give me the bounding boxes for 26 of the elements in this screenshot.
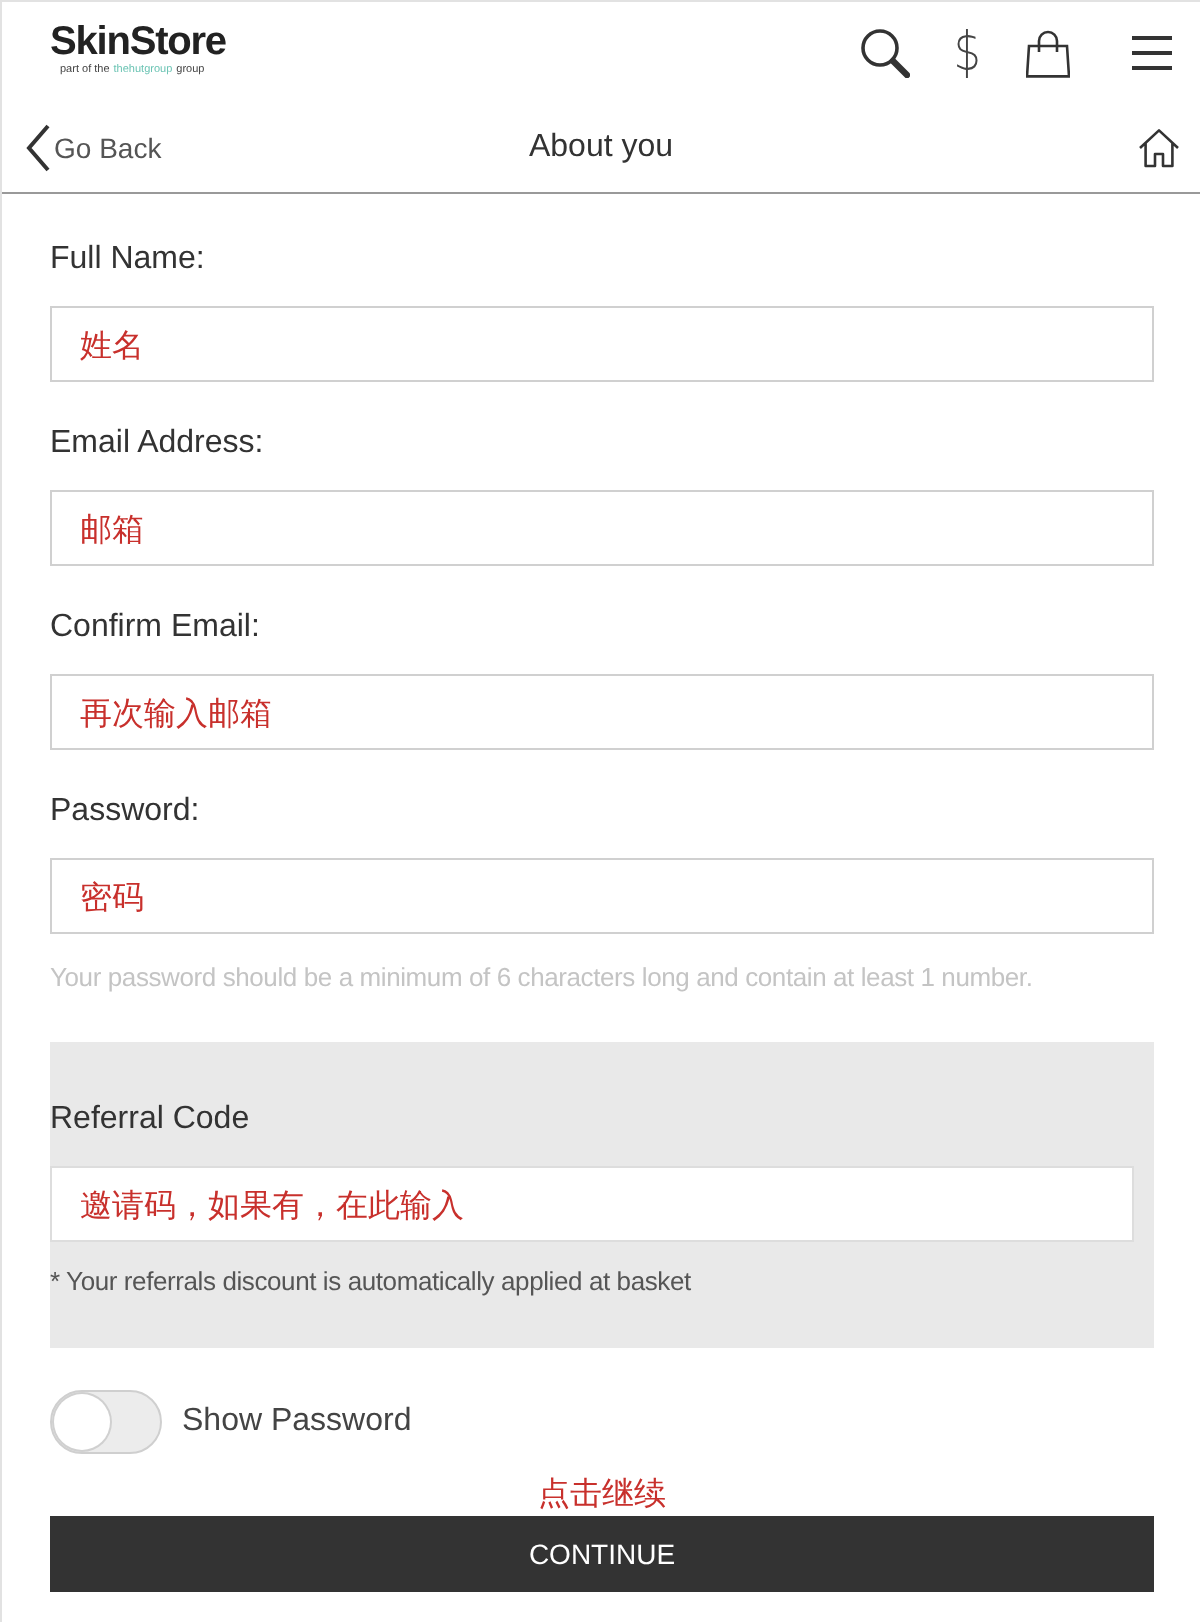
input-field[interactable]: 姓名 (50, 306, 1154, 382)
input-field[interactable]: 邮箱 (50, 490, 1154, 566)
password-hint: Your password should be a minimum of 6 characters long and contain at least 1 number. (50, 960, 1033, 996)
field-label: Confirm Email: (50, 608, 260, 648)
field-label: Full Name: (50, 240, 205, 280)
logo-wordmark[interactable]: SkinStore (50, 20, 226, 64)
shopping-bag-icon[interactable] (1026, 29, 1070, 77)
page-title: About you (528, 130, 674, 166)
home-icon[interactable] (1138, 128, 1180, 168)
input-field[interactable]: 再次输入邮箱 (50, 674, 1154, 750)
referral-note: * Your referrals discount is automatically applied at basket (50, 1266, 691, 1298)
show-password-label: Show Password (182, 1404, 412, 1440)
referral-code-field[interactable]: 邀请码，如果有，在此输入 (50, 1166, 1134, 1242)
show-password-toggle[interactable] (50, 1390, 162, 1454)
go-back-link[interactable]: Go Back (26, 124, 162, 172)
referral-label: Referral Code (50, 1100, 250, 1140)
search-icon[interactable] (859, 28, 910, 78)
currency-button[interactable]: $ (953, 25, 981, 81)
continue-button[interactable]: CONTINUE (50, 1516, 1154, 1592)
annotation-text: 点击继续 (538, 1474, 666, 1514)
field-label: Password: (50, 792, 200, 832)
field-label: Email Address: (50, 424, 264, 464)
input-field[interactable]: 密码 (50, 858, 1154, 934)
chevron-left-icon (26, 124, 50, 172)
go-back-label: Go Back (54, 132, 162, 164)
menu-icon[interactable] (1132, 36, 1172, 70)
